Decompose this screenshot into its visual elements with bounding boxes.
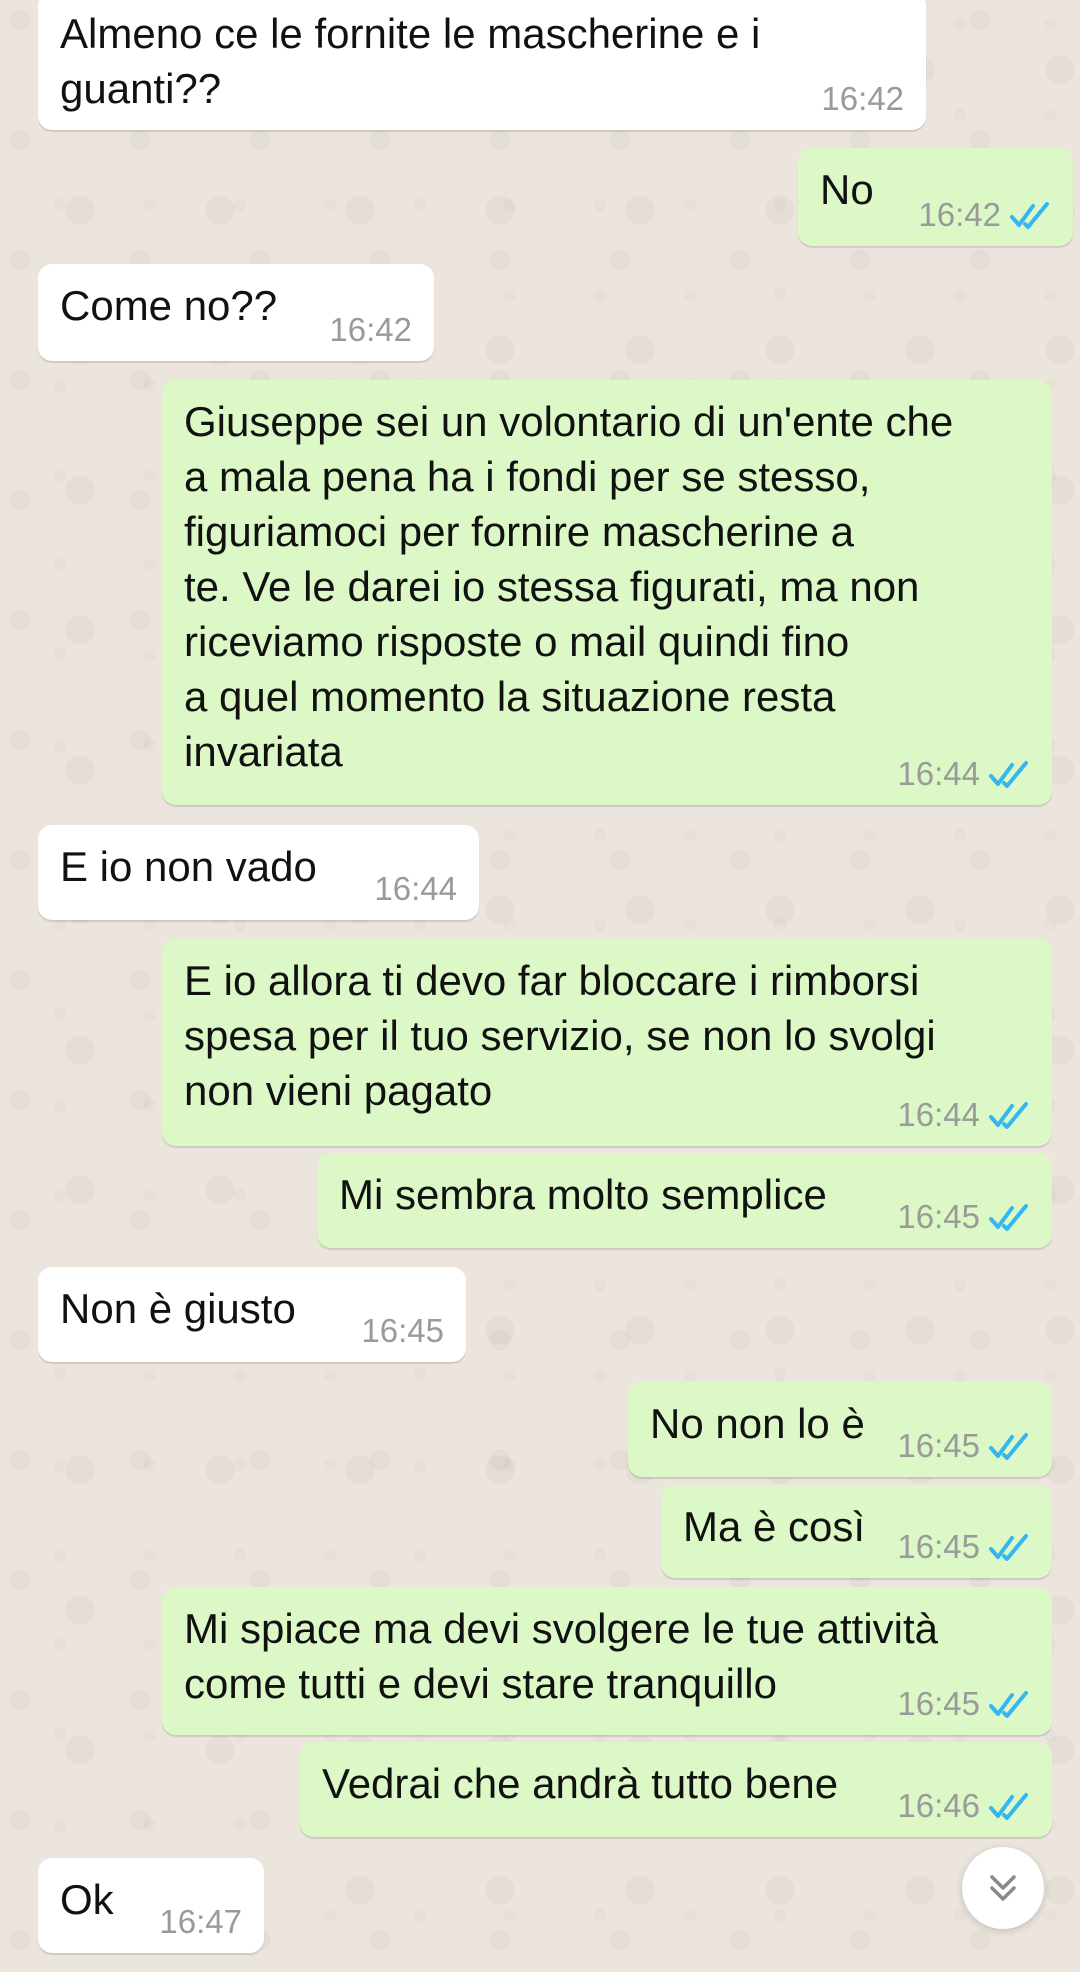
message-bubble-incoming: Come no?? 16:42 [38,264,434,361]
message-text: E io allora ti devo far bloccare i rimbo… [184,957,936,1114]
message-time: 16:45 [897,1198,1030,1236]
double-check-icon [989,1102,1028,1129]
message-time: 16:44 [374,870,457,908]
message-timestamp: 16:46 [897,1787,980,1824]
message-timestamp: 16:44 [897,755,980,792]
double-check-icon [989,1204,1028,1231]
scroll-to-bottom-button[interactable] [962,1847,1044,1929]
chat-area: Almeno ce le fornite le mascherine e i g… [0,0,1080,1972]
double-check-icon [989,1691,1028,1718]
message-time: 16:46 [897,1787,1030,1825]
message-time: 16:44 [897,755,1030,793]
message-timestamp: 16:44 [897,1096,980,1133]
message-time: 16:44 [897,1096,1030,1134]
double-check-icon [1010,202,1049,229]
message-bubble-incoming: Non è giusto 16:45 [38,1267,466,1362]
message-bubble-incoming: Ok 16:47 [38,1858,264,1953]
message-timestamp: 16:42 [918,196,1001,233]
message-bubble-outgoing: Mi spiace ma devi svolgere le tue attivi… [162,1587,1052,1735]
message-bubble-outgoing: No non lo è 16:45 [628,1382,1052,1477]
message-bubble-outgoing: Vedrai che andrà tutto bene 16:46 [300,1742,1052,1837]
message-timestamp: 16:44 [374,870,457,907]
message-bubble-incoming: E io non vado 16:44 [38,825,479,920]
message-timestamp: 16:45 [897,1528,980,1565]
message-time: 16:45 [897,1685,1030,1723]
double-check-icon [989,1793,1028,1820]
message-bubble-outgoing: E io allora ti devo far bloccare i rimbo… [162,939,1052,1146]
double-check-icon [989,1534,1028,1561]
message-time: 16:45 [361,1312,444,1350]
message-bubble-outgoing: No 16:42 [798,148,1073,246]
double-check-icon [989,761,1028,788]
message-timestamp: 16:42 [329,311,412,348]
chevron-double-down-icon [990,1875,1016,1901]
message-time: 16:45 [897,1528,1030,1566]
message-timestamp: 16:47 [159,1903,242,1940]
message-time: 16:42 [329,311,412,349]
message-text: Giuseppe sei un volontario di un'ente ch… [184,398,954,775]
double-check-icon [989,1433,1028,1460]
message-timestamp: 16:45 [361,1312,444,1349]
message-time: 16:42 [918,196,1051,234]
message-bubble-incoming: Almeno ce le fornite le mascherine e i g… [38,0,926,130]
message-time: 16:42 [821,80,904,118]
message-bubble-outgoing: Mi sembra molto semplice 16:45 [317,1153,1052,1248]
message-bubble-outgoing: Giuseppe sei un volontario di un'ente ch… [162,380,1052,805]
message-timestamp: 16:42 [821,80,904,117]
message-time: 16:47 [159,1903,242,1941]
message-timestamp: 16:45 [897,1685,980,1722]
message-time: 16:45 [897,1427,1030,1465]
message-timestamp: 16:45 [897,1427,980,1464]
message-text: Almeno ce le fornite le mascherine e i g… [60,10,761,112]
message-timestamp: 16:45 [897,1198,980,1235]
message-bubble-outgoing: Ma è così 16:45 [661,1485,1052,1578]
